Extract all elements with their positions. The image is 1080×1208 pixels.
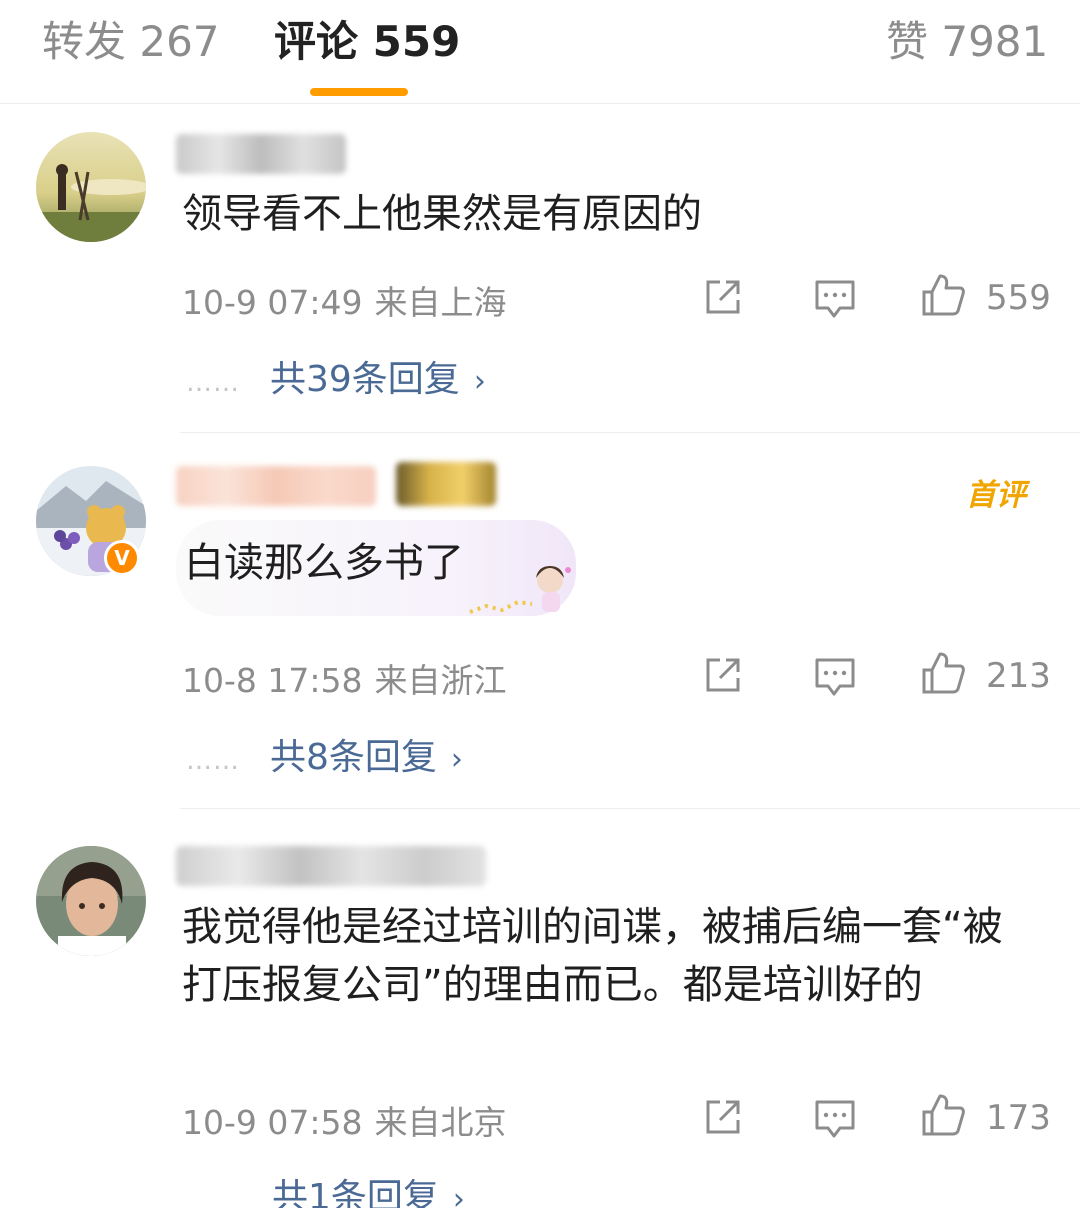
chevron-right-icon: › bbox=[473, 364, 486, 399]
view-replies-link[interactable]: 共1条回复 › bbox=[272, 1168, 465, 1208]
replies-label: 共8条回复 bbox=[270, 737, 437, 778]
avatar[interactable] bbox=[36, 846, 146, 956]
first-comment-tag: 首评 bbox=[966, 478, 1026, 513]
verified-badge-icon: V bbox=[104, 540, 140, 576]
username-blurred[interactable] bbox=[176, 466, 376, 506]
comment-location: 来自北京 bbox=[374, 1103, 507, 1142]
comment-text: 白读那么多书了 bbox=[184, 540, 464, 586]
comment-icon[interactable] bbox=[812, 654, 858, 700]
divider bbox=[180, 432, 1080, 433]
like-count: 559 bbox=[986, 278, 1051, 318]
username-blurred[interactable] bbox=[176, 134, 346, 174]
share-icon[interactable] bbox=[700, 274, 746, 320]
tab-comments[interactable]: 评论 559 bbox=[274, 14, 460, 70]
chevron-right-icon: › bbox=[452, 1182, 465, 1208]
comment-icon[interactable] bbox=[812, 276, 858, 322]
replies-label: 共1条回复 bbox=[272, 1177, 439, 1208]
like-icon[interactable] bbox=[920, 650, 966, 696]
view-replies-link[interactable]: …… 共39条回复 › bbox=[186, 350, 486, 402]
username-blurred[interactable] bbox=[176, 846, 486, 886]
user-badge-blurred bbox=[396, 462, 496, 506]
avatar[interactable] bbox=[36, 132, 146, 242]
tab-bar: 转发 267 评论 559 赞 7981 bbox=[0, 0, 1080, 104]
like-icon[interactable] bbox=[920, 1092, 966, 1138]
reply-dots: …… bbox=[186, 368, 240, 398]
like-count: 213 bbox=[986, 656, 1051, 696]
comment-time: 10-9 07:49 bbox=[182, 283, 363, 322]
active-tab-indicator bbox=[310, 88, 408, 96]
view-replies-link[interactable]: …… 共8条回复 › bbox=[186, 728, 463, 780]
replies-label: 共39条回复 bbox=[270, 359, 460, 400]
reply-dots: …… bbox=[186, 746, 240, 776]
comment-time: 10-8 17:58 bbox=[182, 661, 363, 700]
comment-location: 来自浙江 bbox=[374, 661, 507, 700]
comment-meta: 10-8 17:58 来自浙江 bbox=[182, 654, 507, 702]
divider bbox=[180, 808, 1080, 809]
comment-time: 10-9 07:58 bbox=[182, 1103, 363, 1142]
share-icon[interactable] bbox=[700, 652, 746, 698]
chevron-right-icon: › bbox=[450, 742, 463, 777]
like-count: 173 bbox=[986, 1098, 1051, 1138]
comment-location: 来自上海 bbox=[374, 283, 507, 322]
comment-text: 我觉得他是经过培训的间谍，被捕后编一套“被打压报复公司”的理由而已。都是培训好的 bbox=[182, 904, 1003, 1008]
comment-icon[interactable] bbox=[812, 1096, 858, 1142]
tab-likes[interactable]: 赞 7981 bbox=[886, 14, 1048, 70]
tab-reposts[interactable]: 转发 267 bbox=[42, 14, 220, 70]
comment-meta: 10-9 07:49 来自上海 bbox=[182, 276, 507, 324]
comment-meta: 10-9 07:58 来自北京 bbox=[182, 1096, 507, 1144]
share-icon[interactable] bbox=[700, 1094, 746, 1140]
comment-text: 领导看不上他果然是有原因的 bbox=[182, 191, 702, 237]
like-icon[interactable] bbox=[920, 272, 966, 318]
